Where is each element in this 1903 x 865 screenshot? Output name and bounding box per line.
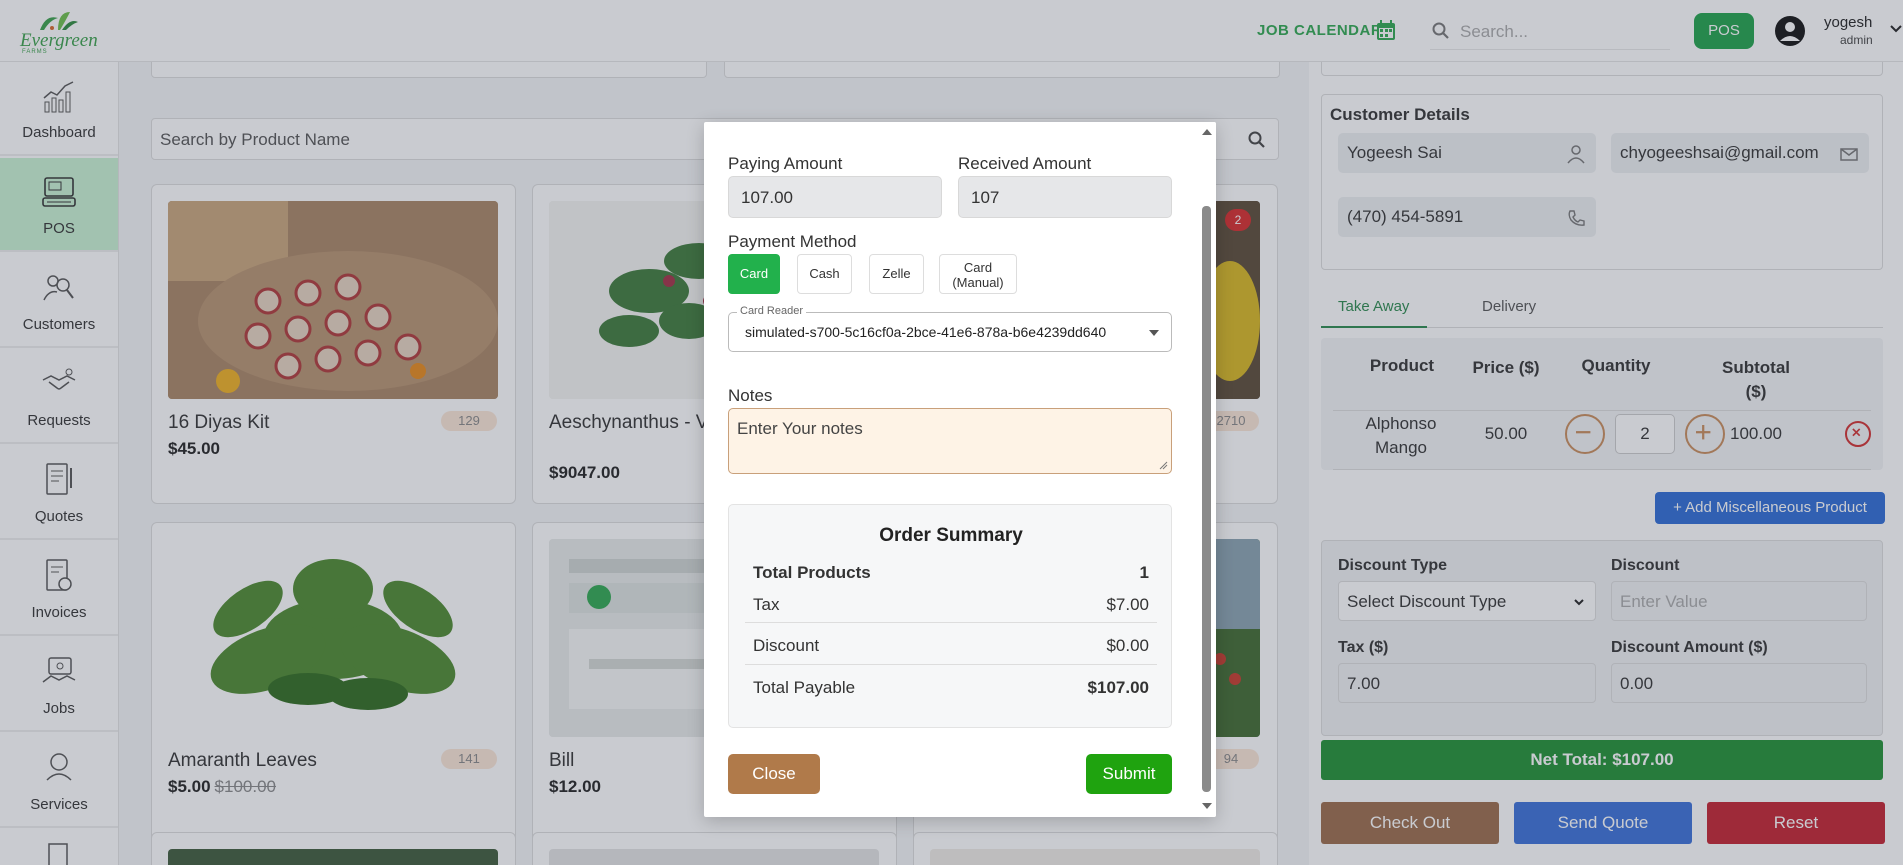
modal-scrollbar[interactable] (1197, 122, 1216, 817)
card-reader-select[interactable]: Card Reader simulated-s700-5c16cf0a-2bce… (728, 305, 1172, 352)
summary-row-total-products: Total Products 1 (753, 563, 1149, 582)
received-amount-label: Received Amount (958, 154, 1092, 173)
close-button[interactable]: Close (728, 754, 820, 794)
payment-card-manual-button[interactable]: Card (Manual) (939, 254, 1017, 294)
summary-row-total-payable: Total Payable $107.00 (753, 678, 1149, 697)
scrollbar-thumb[interactable] (1202, 206, 1211, 792)
paying-amount-input[interactable]: 107.00 (728, 176, 942, 218)
payment-card-button[interactable]: Card (728, 254, 780, 294)
resize-grip-icon[interactable] (1158, 460, 1168, 470)
card-reader-label: Card Reader (737, 305, 806, 317)
payment-modal: Paying Amount 107.00 Received Amount 107… (704, 122, 1216, 817)
received-amount-input[interactable]: 107 (958, 176, 1172, 218)
divider (745, 664, 1157, 665)
summary-row-tax: Tax $7.00 (753, 595, 1149, 614)
scroll-up-icon[interactable] (1202, 128, 1212, 136)
order-summary: Order Summary Total Products 1 Tax $7.00… (728, 504, 1172, 728)
payment-cash-button[interactable]: Cash (797, 254, 852, 294)
payment-zelle-button[interactable]: Zelle (869, 254, 924, 294)
notes-textarea[interactable]: Enter Your notes (728, 408, 1172, 474)
paying-amount-label: Paying Amount (728, 154, 843, 173)
scroll-down-icon[interactable] (1202, 802, 1212, 810)
notes-label: Notes (728, 386, 773, 405)
payment-method-label: Payment Method (728, 232, 857, 251)
order-summary-title: Order Summary (879, 525, 1023, 546)
submit-button[interactable]: Submit (1086, 754, 1172, 794)
dropdown-arrow-icon (1149, 330, 1159, 336)
divider (745, 622, 1157, 623)
card-reader-value: simulated-s700-5c16cf0a-2bce-41e6-878a-b… (745, 324, 1107, 340)
summary-row-discount: Discount $0.00 (753, 636, 1149, 655)
